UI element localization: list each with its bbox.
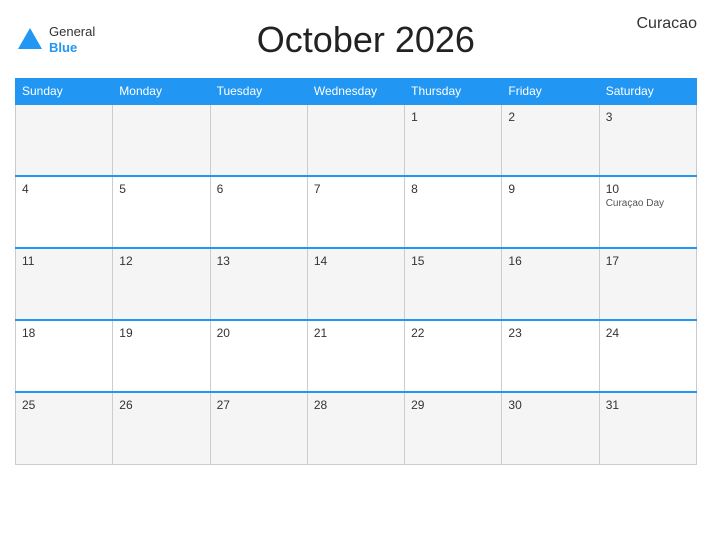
calendar-cell: 31: [599, 392, 696, 464]
calendar-cell: 26: [113, 392, 210, 464]
holiday-name: Curaçao Day: [606, 198, 690, 209]
calendar-cell: 14: [307, 248, 404, 320]
day-number: 4: [22, 182, 106, 196]
day-number: 23: [508, 326, 592, 340]
day-number: 6: [217, 182, 301, 196]
day-number: 5: [119, 182, 203, 196]
col-saturday: Saturday: [599, 79, 696, 105]
day-number: 2: [508, 110, 592, 124]
calendar-cell: 18: [16, 320, 113, 392]
calendar-cell: 11: [16, 248, 113, 320]
calendar-cell: 25: [16, 392, 113, 464]
calendar-week-5: 25 26 27 28 29 30 31: [16, 392, 697, 464]
calendar-cell: 24: [599, 320, 696, 392]
calendar-header: General Blue October 2026 Curacao: [15, 10, 697, 70]
calendar-cell: [16, 104, 113, 176]
day-number: 20: [217, 326, 301, 340]
day-number: 19: [119, 326, 203, 340]
calendar-body: 12345678910Curaçao Day111213141516171819…: [16, 104, 697, 464]
calendar-cell: 19: [113, 320, 210, 392]
day-number: 22: [411, 326, 495, 340]
calendar-table: Sunday Monday Tuesday Wednesday Thursday…: [15, 78, 697, 465]
calendar-cell: 13: [210, 248, 307, 320]
day-number: 7: [314, 182, 398, 196]
calendar-cell: 4: [16, 176, 113, 248]
calendar-cell: 21: [307, 320, 404, 392]
day-number: 26: [119, 398, 203, 412]
calendar-cell: [210, 104, 307, 176]
day-number: 18: [22, 326, 106, 340]
day-number: 9: [508, 182, 592, 196]
col-friday: Friday: [502, 79, 599, 105]
day-number: 29: [411, 398, 495, 412]
calendar-cell: 6: [210, 176, 307, 248]
calendar-cell: 28: [307, 392, 404, 464]
logo-text: General Blue: [49, 24, 95, 55]
day-number: 13: [217, 254, 301, 268]
calendar-cell: 29: [405, 392, 502, 464]
calendar-week-1: 123: [16, 104, 697, 176]
day-number: 31: [606, 398, 690, 412]
day-number: 3: [606, 110, 690, 124]
logo-general: General: [49, 24, 95, 40]
day-number: 30: [508, 398, 592, 412]
calendar-cell: 10 Curaçao Day: [599, 176, 696, 248]
day-number: 16: [508, 254, 592, 268]
calendar-week-2: 456789 10 Curaçao Day: [16, 176, 697, 248]
day-number: 8: [411, 182, 495, 196]
calendar-cell: 30: [502, 392, 599, 464]
calendar-header-row: Sunday Monday Tuesday Wednesday Thursday…: [16, 79, 697, 105]
day-number: 10: [606, 182, 690, 196]
calendar-cell: 8: [405, 176, 502, 248]
day-number: 25: [22, 398, 106, 412]
calendar-cell: 9: [502, 176, 599, 248]
calendar-cell: 3: [599, 104, 696, 176]
calendar-cell: 7: [307, 176, 404, 248]
calendar-week-4: 18 19 20 21 22 23 24: [16, 320, 697, 392]
day-number: 24: [606, 326, 690, 340]
col-sunday: Sunday: [16, 79, 113, 105]
logo-icon: [15, 25, 45, 55]
calendar-cell: 16: [502, 248, 599, 320]
day-number: 15: [411, 254, 495, 268]
calendar-cell: 27: [210, 392, 307, 464]
day-number: 1: [411, 110, 495, 124]
calendar-cell: 20: [210, 320, 307, 392]
col-thursday: Thursday: [405, 79, 502, 105]
days-header: Sunday Monday Tuesday Wednesday Thursday…: [16, 79, 697, 105]
day-number: 11: [22, 254, 106, 268]
day-number: 21: [314, 326, 398, 340]
col-monday: Monday: [113, 79, 210, 105]
calendar-cell: 2: [502, 104, 599, 176]
calendar-cell: 23: [502, 320, 599, 392]
country-name: Curacao: [637, 10, 697, 33]
logo: General Blue: [15, 24, 95, 55]
calendar-cell: 15: [405, 248, 502, 320]
day-number: 17: [606, 254, 690, 268]
calendar-cell: 12: [113, 248, 210, 320]
calendar-cell: 5: [113, 176, 210, 248]
calendar-cell: [113, 104, 210, 176]
day-number: 12: [119, 254, 203, 268]
calendar-week-3: 11 12 13 14 15 16 17: [16, 248, 697, 320]
col-wednesday: Wednesday: [307, 79, 404, 105]
calendar-cell: 17: [599, 248, 696, 320]
calendar-cell: 1: [405, 104, 502, 176]
calendar-title: October 2026: [257, 19, 475, 61]
day-number: 28: [314, 398, 398, 412]
calendar-container: General Blue October 2026 Curacao Sunday…: [0, 0, 712, 550]
day-number: 27: [217, 398, 301, 412]
logo-blue: Blue: [49, 40, 95, 56]
calendar-cell: [307, 104, 404, 176]
day-number: 14: [314, 254, 398, 268]
col-tuesday: Tuesday: [210, 79, 307, 105]
calendar-cell: 22: [405, 320, 502, 392]
